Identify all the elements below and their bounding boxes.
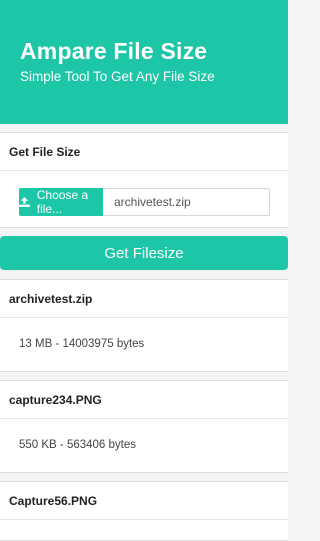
app-header: Ampare File Size Simple Tool To Get Any … (0, 0, 288, 124)
app-subtitle: Simple Tool To Get Any File Size (20, 69, 215, 84)
result-card: Capture56.PNG (0, 481, 288, 541)
result-card: capture234.PNG 550 KB - 563406 bytes (0, 380, 288, 473)
app-title: Ampare File Size (20, 38, 208, 64)
get-filesize-button[interactable]: Get Filesize (0, 236, 288, 270)
file-picker: Choose a file... (19, 188, 270, 216)
result-file-name: capture234.PNG (0, 381, 288, 419)
result-card: archivetest.zip 13 MB - 14003975 bytes (0, 279, 288, 372)
upload-icon (19, 197, 30, 207)
choose-file-label: Choose a file... (36, 188, 89, 216)
result-file-name: archivetest.zip (0, 280, 288, 318)
get-file-size-heading: Get File Size (0, 133, 288, 171)
selected-file-field[interactable] (103, 188, 270, 216)
choose-file-button[interactable]: Choose a file... (19, 188, 103, 216)
get-file-size-card: Get File Size Choose a file... (0, 132, 288, 228)
result-file-name: Capture56.PNG (0, 482, 288, 520)
result-file-size: 550 KB - 563406 bytes (19, 439, 136, 451)
result-file-size: 13 MB - 14003975 bytes (19, 338, 145, 350)
